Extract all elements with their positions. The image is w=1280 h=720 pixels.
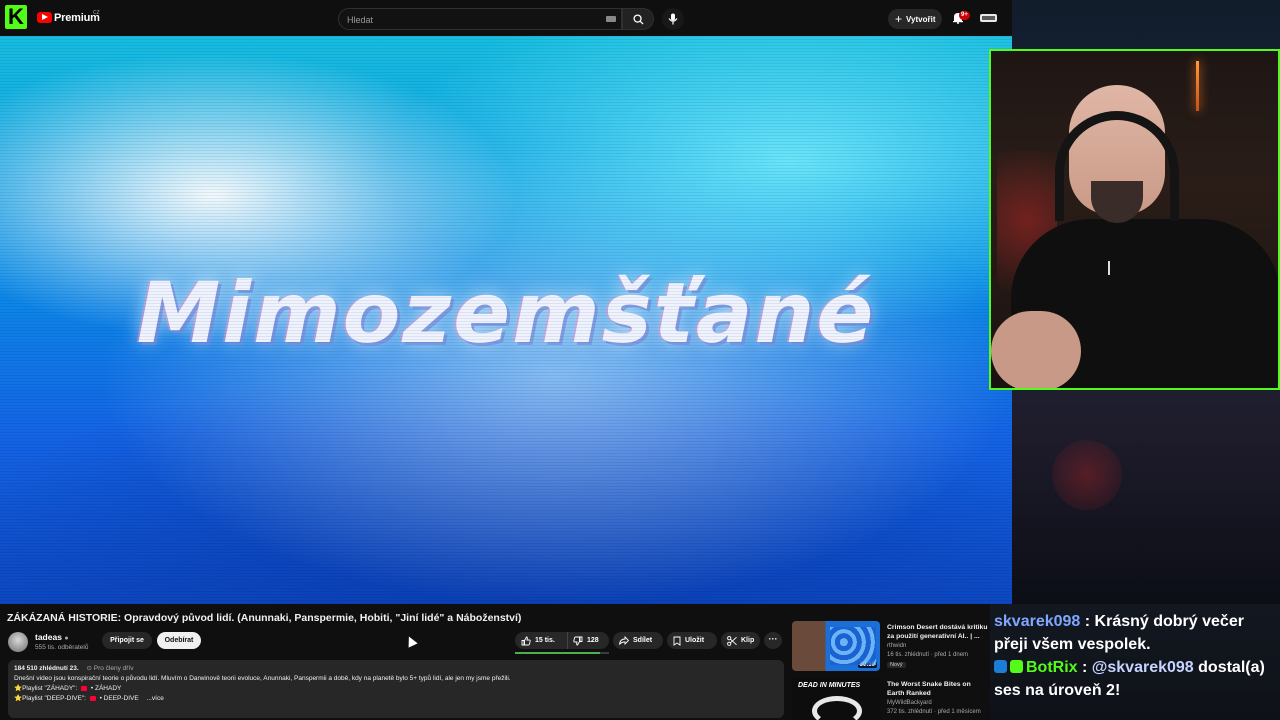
youtube-small-icon <box>89 695 96 701</box>
recommendation-title[interactable]: Crimson Desert dostává kritiku za použit… <box>887 623 988 641</box>
country-code: CZ <box>93 10 100 16</box>
playlist-2-link[interactable]: • DEEP-DIVE <box>100 695 139 702</box>
description-meta: 184 510 zhlédnutí 23. ⊙ Pro členy dřív <box>14 664 778 674</box>
video-info-panel: ZÁKÁZANÁ HISTORIE: Opravdový původ lidí.… <box>0 604 790 720</box>
recommendation-item[interactable]: 30:30 Crimson Desert dostává kritiku za … <box>792 621 988 677</box>
chat-username: BotRix <box>1026 659 1078 676</box>
notification-count-badge: 9+ <box>959 11 970 20</box>
voice-search-button[interactable] <box>662 8 684 30</box>
search-icon <box>633 14 644 25</box>
clip-button[interactable]: Klip <box>721 632 760 649</box>
chat-separator: : <box>1080 613 1095 630</box>
members-only-label: ⊙ Pro členy dřív <box>86 665 134 672</box>
chat-message: skvarek098 : Krásný dobrý večer přeji vš… <box>994 610 1276 656</box>
recommendation-views: 372 tis. zhlédnutí · před 1 měsícem <box>887 709 981 715</box>
webcam-overlay <box>989 49 1280 390</box>
recommendation-views: 16 tis. zhlédnutí · před 1 dnem <box>887 652 969 658</box>
plus-icon: + <box>895 12 903 26</box>
chat-mention: @skvarek098 <box>1091 659 1194 676</box>
share-icon <box>619 636 629 645</box>
share-button[interactable]: Sdílet <box>613 632 663 649</box>
bookmark-icon <box>673 636 681 646</box>
moderator-badge-icon <box>994 660 1007 673</box>
bot-badge-icon <box>1010 660 1023 673</box>
dislike-button[interactable]: 128 <box>567 632 609 649</box>
verified-icon: ● <box>64 635 69 642</box>
recommendation-channel[interactable]: rthwidn <box>887 643 906 649</box>
channel-name[interactable]: tadeas ● <box>35 632 69 642</box>
save-label: Uložit <box>685 637 705 644</box>
like-ratio-bar <box>515 652 609 654</box>
create-button[interactable]: + Vytvořit <box>888 9 942 29</box>
streamer-arm <box>991 311 1081 388</box>
create-label: Vytvořit <box>906 14 936 24</box>
youtube-top-bar: K Premium CZ + Vytvořit 9+ <box>0 0 1012 36</box>
keyboard-icon[interactable] <box>606 16 616 22</box>
kick-logo-icon: K <box>5 5 27 29</box>
playlist-line-1: ⭐Playlist "ZÁHADY": • ZÁHADY <box>14 684 778 694</box>
description-box[interactable]: 184 510 zhlédnutí 23. ⊙ Pro členy dřív D… <box>8 660 784 718</box>
search-box[interactable] <box>338 8 622 30</box>
scissors-icon <box>727 635 737 646</box>
search-input[interactable] <box>347 13 587 26</box>
show-more-link[interactable]: ...více <box>147 695 164 702</box>
lamp-light <box>1196 61 1199 111</box>
video-title: ZÁKÁZANÁ HISTORIE: Opravdový původ lidí.… <box>7 612 522 624</box>
video-player[interactable]: Mimozemšťané <box>0 36 1012 604</box>
chat-separator: : <box>1077 659 1092 676</box>
microphone-icon <box>668 13 678 25</box>
chat-username: skvarek098 <box>994 613 1081 630</box>
playlist-1-label: ⭐Playlist "ZÁHADY": <box>14 685 78 692</box>
playlist-2-label: ⭐Playlist "DEEP-DIVE": <box>14 695 86 702</box>
account-avatar-icon[interactable] <box>980 11 997 25</box>
channel-avatar[interactable] <box>8 632 28 652</box>
necklace-icon <box>1108 261 1116 275</box>
thumbs-up-icon <box>521 636 531 645</box>
chat-overlay: skvarek098 : Krásný dobrý večer přeji vš… <box>990 604 1280 720</box>
snake-image <box>812 696 862 720</box>
recommendation-channel[interactable]: MyWildBackyard <box>887 700 932 706</box>
recommendation-thumbnail[interactable]: 30:30 <box>792 621 880 671</box>
like-dislike-group: 15 tis. 128 <box>515 632 609 649</box>
like-count: 15 tis. <box>535 637 555 644</box>
stream-screen: K Premium CZ + Vytvořit 9+ Mimozemšťané <box>0 0 1280 720</box>
like-button[interactable]: 15 tis. <box>515 632 565 649</box>
youtube-small-icon <box>81 685 88 691</box>
subscriber-count: 555 tis. odběratelů <box>35 644 89 651</box>
playlist-1-link[interactable]: • ZÁHADY <box>91 685 121 692</box>
save-button[interactable]: Uložit <box>667 632 717 649</box>
recommendation-thumbnail[interactable]: DEAD IN MINUTES <box>792 678 880 720</box>
recommendation-item[interactable]: DEAD IN MINUTES The Worst Snake Bites on… <box>792 678 988 720</box>
chat-message: BotRix : @skvarek098 dostal(a) ses na úr… <box>994 656 1276 702</box>
video-overlay-title: Mimozemšťané <box>136 264 876 362</box>
description-text: Dnešní video jsou konspirační teorie o p… <box>14 675 511 682</box>
search-button[interactable] <box>622 8 654 30</box>
thumbs-down-icon <box>573 636 583 645</box>
view-count: 184 510 zhlédnutí <box>14 665 68 672</box>
share-label: Sdílet <box>633 637 653 644</box>
video-duration: 30:30 <box>857 662 877 668</box>
youtube-logo-icon[interactable] <box>37 12 52 23</box>
subscribe-button[interactable]: Odebírat <box>157 632 201 649</box>
dislike-count: 128 <box>587 637 599 644</box>
more-actions-button[interactable]: ··· <box>764 632 782 649</box>
recommendation-title[interactable]: The Worst Snake Bites on Earth Ranked <box>887 680 988 698</box>
thumbnail-text: DEAD IN MINUTES <box>798 682 861 689</box>
upload-date: 23. <box>69 665 79 672</box>
clip-label: Klip <box>741 637 755 644</box>
recommendations-panel: 30:30 Crimson Desert dostává kritiku za … <box>790 604 990 720</box>
join-button[interactable]: Připojit se <box>102 632 152 649</box>
playlist-line-2: ⭐Playlist "DEEP-DIVE": • DEEP-DIVE ...ví… <box>14 694 778 704</box>
new-badge: Nový <box>887 662 906 668</box>
